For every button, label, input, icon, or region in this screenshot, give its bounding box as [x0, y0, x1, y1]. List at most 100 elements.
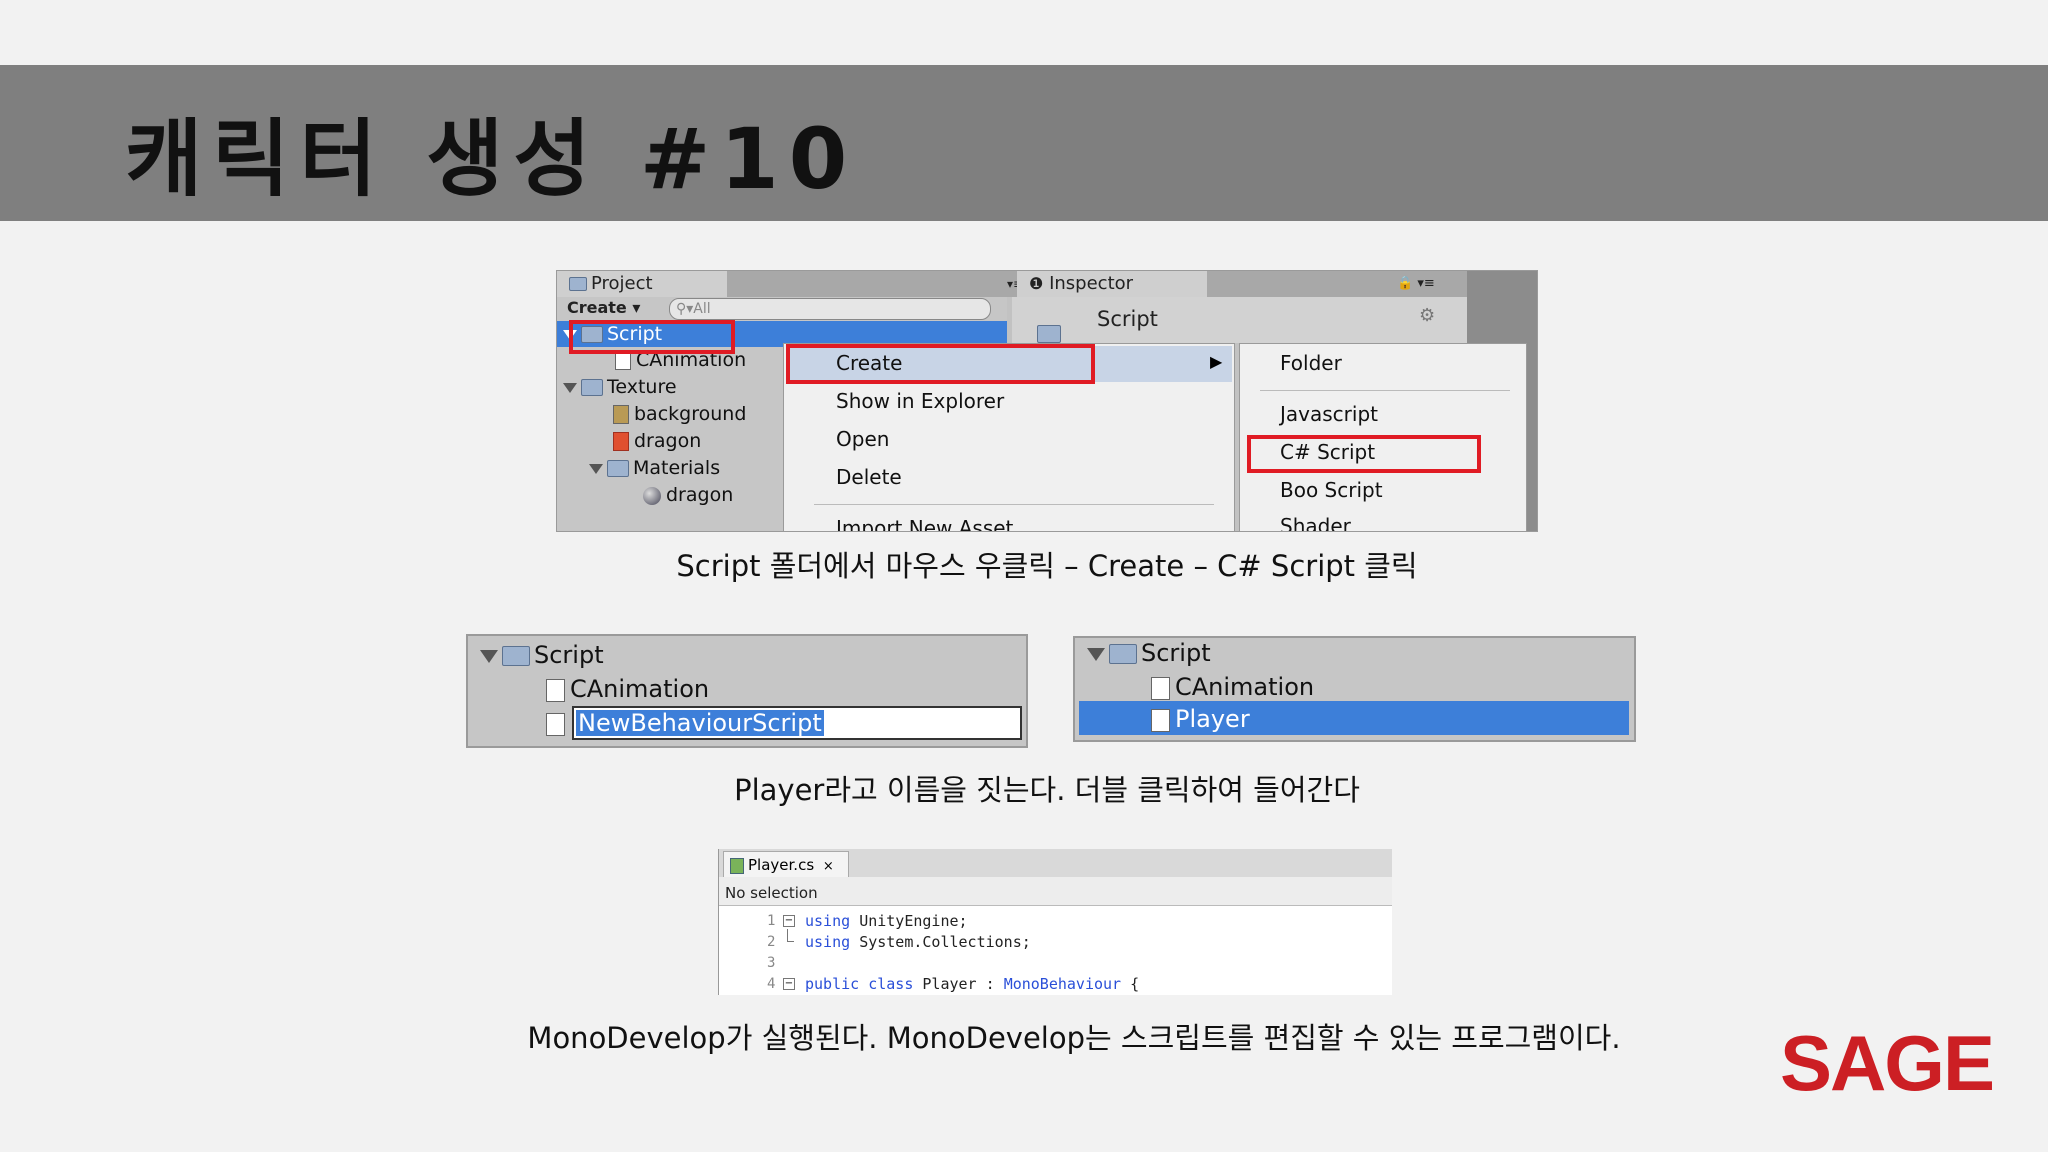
folder-icon	[569, 277, 587, 291]
script-file-icon	[546, 678, 565, 702]
submenu-item-boo-script[interactable]: Boo Script	[1280, 478, 1383, 502]
code-text: {	[1121, 975, 1140, 993]
tab-inspector[interactable]: ❶ Inspector	[1017, 271, 1207, 297]
type-name: MonoBehaviour	[1003, 975, 1122, 993]
caption-2: Player라고 이름을 짓는다. 더블 클릭하여 들어간다	[734, 773, 1360, 807]
tree-item-script[interactable]: Script	[1087, 638, 1211, 668]
code-line-4: public class Player : MonoBehaviour {	[805, 975, 1139, 993]
unity-project-screenshot: Project ▾≡ ❶ Inspector 🔒 ▾≡ Create ▾ ⚲▾A…	[556, 270, 1538, 532]
highlight-box-csharp	[1247, 435, 1481, 473]
csharp-file-icon	[730, 857, 744, 874]
expand-triangle-icon	[563, 382, 577, 393]
folder-icon	[502, 646, 530, 666]
submenu-item-shader[interactable]: Shader	[1280, 514, 1351, 531]
tree-item-texture[interactable]: Texture	[563, 375, 677, 399]
highlight-box-script	[569, 320, 735, 354]
new-script-item[interactable]	[546, 708, 570, 738]
tab-player-cs[interactable]: Player.cs ×	[723, 851, 849, 878]
tree-item-canimation[interactable]: CAnimation	[1151, 672, 1314, 702]
tree-item-background[interactable]: background	[613, 402, 746, 426]
submenu-item-folder[interactable]: Folder	[1280, 351, 1342, 375]
tree-label: Script	[1141, 639, 1211, 667]
code-text: UnityEngine;	[859, 912, 968, 930]
menu-item-import-new-asset[interactable]: Import New Asset	[836, 516, 1013, 531]
code-text: Player :	[922, 975, 1004, 993]
tree-label: Texture	[607, 376, 677, 398]
menu-item-show-in-explorer[interactable]: Show in Explorer	[836, 389, 1004, 413]
gear-icon[interactable]: ⚙	[1419, 305, 1435, 326]
expand-triangle-icon	[589, 463, 603, 474]
fold-line	[787, 929, 794, 942]
folder-icon	[1037, 324, 1061, 343]
slide-title: 캐릭터 생성 #10	[125, 110, 858, 208]
rename-text: NewBehaviourScript	[576, 709, 824, 737]
create-button[interactable]: Create ▾	[567, 298, 640, 317]
code-line-1: using UnityEngine;	[805, 912, 968, 930]
script-file-icon	[1151, 708, 1170, 732]
tab-project-label: Project	[591, 273, 653, 294]
path-bar	[719, 877, 1392, 906]
tree-label: background	[634, 403, 747, 425]
tab-project[interactable]: Project	[557, 271, 727, 297]
image-icon	[613, 432, 629, 451]
tree-label: dragon	[666, 484, 734, 506]
inspector-title: Script	[1097, 307, 1158, 331]
tree-label: dragon	[634, 430, 702, 452]
search-input[interactable]: ⚲▾All	[669, 298, 991, 320]
tab-inspector-label: Inspector	[1049, 273, 1134, 294]
keyword: public class	[805, 975, 914, 993]
script-file-icon	[1151, 676, 1170, 700]
line-number: 2	[767, 934, 776, 950]
tab-label: Player.cs	[748, 856, 815, 874]
script-file-icon	[546, 712, 565, 736]
expand-triangle-icon	[1087, 647, 1105, 661]
folder-icon	[581, 379, 603, 396]
code-text: System.Collections;	[859, 933, 1031, 951]
tree-item-canimation[interactable]: CAnimation	[546, 674, 709, 704]
code-line-2: using System.Collections;	[805, 933, 1031, 951]
image-icon	[613, 405, 629, 424]
line-number: 1	[767, 913, 776, 929]
rename-screenshot: Script CAnimation NewBehaviourScript	[466, 634, 1028, 748]
tree-label: Materials	[633, 457, 721, 479]
selection-status: No selection	[725, 884, 818, 902]
tree-item-dragon-texture[interactable]: dragon	[613, 429, 701, 453]
expand-triangle-icon	[480, 649, 498, 663]
tree-label: CAnimation	[1175, 673, 1315, 701]
folder-icon	[607, 460, 629, 477]
menu-item-delete[interactable]: Delete	[836, 465, 902, 489]
rename-field[interactable]: NewBehaviourScript	[572, 706, 1022, 740]
keyword: using	[805, 933, 851, 951]
fold-icon[interactable]: −	[783, 978, 795, 990]
fold-icon[interactable]: −	[783, 915, 795, 927]
folder-icon	[1037, 323, 1061, 343]
tree-label: Script	[534, 641, 604, 669]
search-icon: ⚲▾	[676, 301, 694, 317]
submenu-item-javascript[interactable]: Javascript	[1280, 402, 1378, 426]
tree-item-player[interactable]: Player	[1151, 704, 1250, 734]
menu-divider	[1260, 390, 1510, 391]
menu-divider	[814, 504, 1214, 505]
submenu-arrow-icon: ▶	[1210, 352, 1223, 371]
tree-item-materials[interactable]: Materials	[589, 456, 720, 480]
tree-label: CAnimation	[570, 675, 710, 703]
lock-icon[interactable]: 🔒 ▾≡	[1397, 271, 1435, 297]
keyword: using	[805, 912, 851, 930]
renamed-screenshot: Script CAnimation Player	[1073, 636, 1636, 742]
caption-1: Script 폴더에서 마우스 우클릭 – Create – C# Script…	[676, 549, 1418, 583]
info-icon: ❶	[1029, 274, 1044, 293]
tree-label: Player	[1175, 705, 1250, 733]
tree-item-dragon-material[interactable]: dragon	[643, 483, 733, 507]
caption-3: MonoDevelop가 실행된다. MonoDevelop는 스크립트를 편집…	[527, 1021, 1621, 1055]
material-sphere-icon	[643, 486, 661, 505]
inspector-header	[1012, 297, 1467, 343]
folder-icon	[1109, 644, 1137, 664]
create-label: Create	[567, 298, 627, 317]
search-placeholder: All	[693, 301, 711, 317]
menu-item-open[interactable]: Open	[836, 427, 889, 451]
tree-item-script[interactable]: Script	[480, 640, 604, 670]
sage-logo: SAGE	[1779, 1019, 1995, 1107]
gutter	[719, 906, 759, 995]
monodevelop-screenshot: Player.cs × No selection 1 − using Unity…	[718, 849, 1392, 995]
close-icon[interactable]: ×	[823, 859, 834, 874]
